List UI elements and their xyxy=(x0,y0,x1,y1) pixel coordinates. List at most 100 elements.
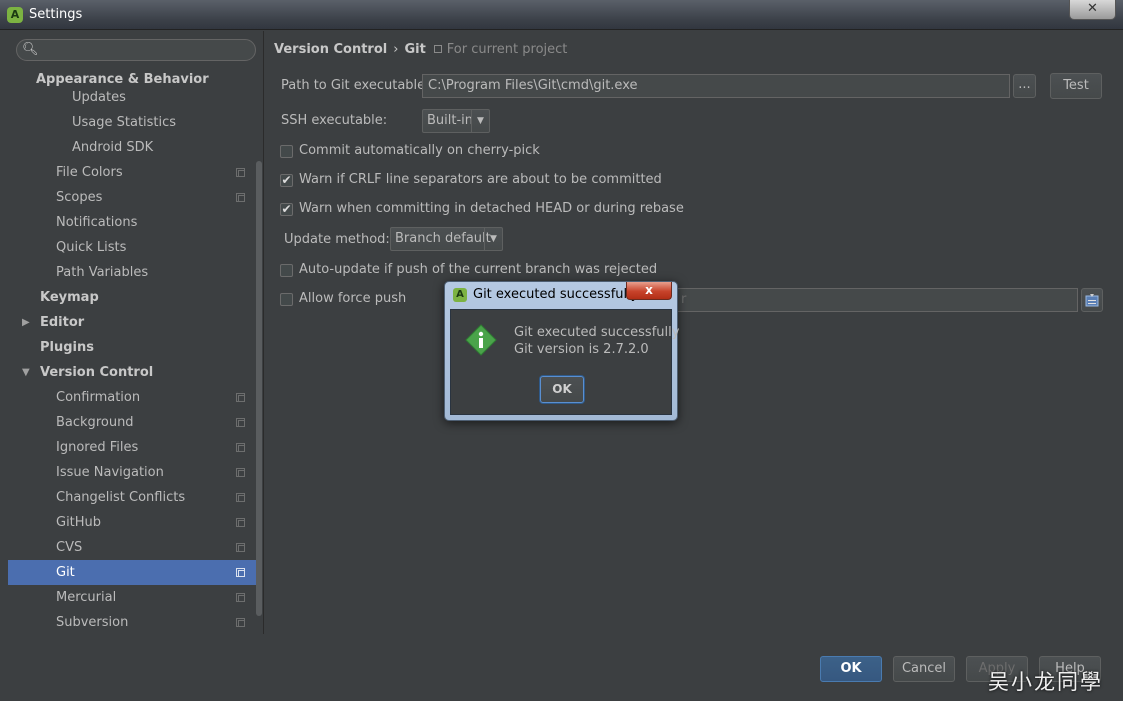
window-close-button[interactable]: ✕ xyxy=(1069,0,1116,20)
window-title: Settings xyxy=(29,7,83,22)
title-bar: A Settings ✕ xyxy=(0,0,1123,30)
checkbox-icon[interactable] xyxy=(280,264,293,277)
edit-branches-button[interactable] xyxy=(1081,288,1103,312)
project-scope-icon xyxy=(236,443,245,452)
expand-right-icon[interactable]: ▶ xyxy=(22,310,30,335)
chevron-down-icon: ▼ xyxy=(471,110,489,132)
sidebar-item-notifications[interactable]: Notifications xyxy=(8,210,262,235)
sidebar-item-mercurial[interactable]: Mercurial xyxy=(8,585,262,610)
cancel-button[interactable]: Cancel xyxy=(893,656,955,682)
breadcrumb-scope: For current project xyxy=(446,42,568,57)
update-method-label: Update method: xyxy=(284,232,390,247)
update-method-select[interactable]: Branch default ▼ xyxy=(390,227,503,251)
sidebar-scrollbar-thumb[interactable] xyxy=(256,161,262,616)
ssh-executable-label: SSH executable: xyxy=(281,113,388,128)
project-scope-icon xyxy=(236,193,245,202)
sidebar-item-usage-statistics[interactable]: Usage Statistics xyxy=(8,110,262,135)
project-scope-icon xyxy=(236,418,245,427)
sidebar-item-file-colors[interactable]: File Colors xyxy=(8,160,262,185)
git-success-dialog: A Git executed successfully x Git execut… xyxy=(444,281,679,421)
sidebar-item-keymap[interactable]: Keymap xyxy=(8,285,262,310)
checkbox-icon[interactable]: ✔ xyxy=(280,174,293,187)
git-path-label: Path to Git executable: xyxy=(281,78,430,93)
sidebar-item-label: Editor xyxy=(40,315,85,330)
dialog-ok-button[interactable]: OK xyxy=(540,376,584,403)
sidebar-item-label: Issue Navigation xyxy=(56,465,164,480)
sidebar-item-changelist-conflicts[interactable]: Changelist Conflicts xyxy=(8,485,262,510)
android-studio-icon: A xyxy=(7,7,23,23)
sidebar-item-label: Changelist Conflicts xyxy=(56,490,186,505)
project-scope-icon xyxy=(236,393,245,402)
sidebar-item-path-variables[interactable]: Path Variables xyxy=(8,260,262,285)
checkbox-icon[interactable] xyxy=(280,293,293,306)
test-button[interactable]: Test xyxy=(1050,73,1102,99)
sidebar-item-label: File Colors xyxy=(56,165,123,180)
force-push-label: Allow force push xyxy=(299,291,407,306)
sidebar-item-subversion[interactable]: Subversion xyxy=(8,610,262,635)
project-scope-icon xyxy=(433,45,442,53)
sidebar-item-label: Updates xyxy=(72,90,126,105)
sidebar-item-android-sdk[interactable]: Android SDK xyxy=(8,135,262,160)
checkbox-icon[interactable] xyxy=(280,145,293,158)
detached-head-checkbox[interactable]: ✔ Warn when committing in detached HEAD … xyxy=(280,201,780,219)
sidebar-item-scopes[interactable]: Scopes xyxy=(8,185,262,210)
sidebar-item-label: Scopes xyxy=(56,190,103,205)
dialog-message-line2: Git version is 2.7.2.0 xyxy=(514,342,649,357)
sidebar-item-version-control[interactable]: ▼ Version Control xyxy=(8,360,262,385)
sidebar-item-cvs[interactable]: CVS xyxy=(8,535,262,560)
dialog-close-button[interactable]: x xyxy=(626,282,672,300)
ssh-executable-select[interactable]: Built-in ▼ xyxy=(422,109,490,133)
protected-branches-input[interactable]: r xyxy=(677,288,1078,312)
project-scope-icon xyxy=(236,618,245,627)
settings-sidebar: 🔍︎ Appearance & Behavior Updates Usage Sta… xyxy=(8,31,264,634)
project-scope-icon xyxy=(236,518,245,527)
expand-down-icon[interactable]: ▼ xyxy=(22,360,30,385)
browse-button[interactable]: ... xyxy=(1013,74,1036,98)
checkbox-icon[interactable]: ✔ xyxy=(280,203,293,216)
edit-list-icon xyxy=(1085,294,1099,307)
sidebar-item-label: GitHub xyxy=(56,515,102,530)
ssh-executable-value: Built-in xyxy=(427,113,474,128)
project-scope-icon xyxy=(236,568,245,577)
protected-branches-placeholder: r xyxy=(681,292,687,307)
git-path-input[interactable]: C:\Program Files\Git\cmd\git.exe xyxy=(422,74,1010,98)
crlf-warning-label: Warn if CRLF line separators are about t… xyxy=(299,172,662,187)
sidebar-item-label: Subversion xyxy=(56,615,129,630)
sidebar-item-git[interactable]: Git xyxy=(8,560,262,585)
auto-update-checkbox[interactable]: Auto-update if push of the current branc… xyxy=(280,262,780,280)
detached-head-label: Warn when committing in detached HEAD or… xyxy=(299,201,684,216)
project-scope-icon xyxy=(236,493,245,502)
dialog-title: Git executed successfully xyxy=(473,287,639,302)
sidebar-item-label: Android SDK xyxy=(72,140,154,155)
sidebar-item-label: CVS xyxy=(56,540,83,555)
android-studio-icon: A xyxy=(453,288,467,302)
cherry-pick-checkbox[interactable]: Commit automatically on cherry-pick xyxy=(280,143,780,161)
sidebar-item-ignored-files[interactable]: Ignored Files xyxy=(8,435,262,460)
sidebar-item-quick-lists[interactable]: Quick Lists xyxy=(8,235,262,260)
cherry-pick-label: Commit automatically on cherry-pick xyxy=(299,143,540,158)
update-method-value: Branch default xyxy=(395,231,491,246)
project-scope-icon xyxy=(236,543,245,552)
sidebar-item-plugins[interactable]: Plugins xyxy=(8,335,262,360)
sidebar-item-updates[interactable]: Updates xyxy=(8,85,262,110)
sidebar-item-issue-navigation[interactable]: Issue Navigation xyxy=(8,460,262,485)
project-scope-icon xyxy=(236,168,245,177)
sidebar-item-label: Git xyxy=(56,565,75,580)
sidebar-item-label: Background xyxy=(56,415,134,430)
sidebar-item-background[interactable]: Background xyxy=(8,410,262,435)
sidebar-item-editor[interactable]: ▶ Editor xyxy=(8,310,262,335)
ok-button[interactable]: OK xyxy=(820,656,882,682)
breadcrumb-git: Git xyxy=(404,42,426,57)
sidebar-item-label: Notifications xyxy=(56,215,138,230)
git-settings-panel: Version Control › Git For current project P… xyxy=(265,31,1117,634)
project-scope-icon xyxy=(236,468,245,477)
breadcrumb-version-control: Version Control xyxy=(274,42,388,57)
search-input[interactable]: 🔍︎ xyxy=(16,39,256,61)
sidebar-item-confirmation[interactable]: Confirmation xyxy=(8,385,262,410)
sidebar-item-github[interactable]: GitHub xyxy=(8,510,262,535)
chevron-down-icon: ▼ xyxy=(484,228,502,250)
watermark: 吴小龙同學 xyxy=(988,670,1103,694)
info-icon xyxy=(465,324,497,356)
crlf-warning-checkbox[interactable]: ✔ Warn if CRLF line separators are about… xyxy=(280,172,780,190)
sidebar-item-label: Ignored Files xyxy=(56,440,139,455)
